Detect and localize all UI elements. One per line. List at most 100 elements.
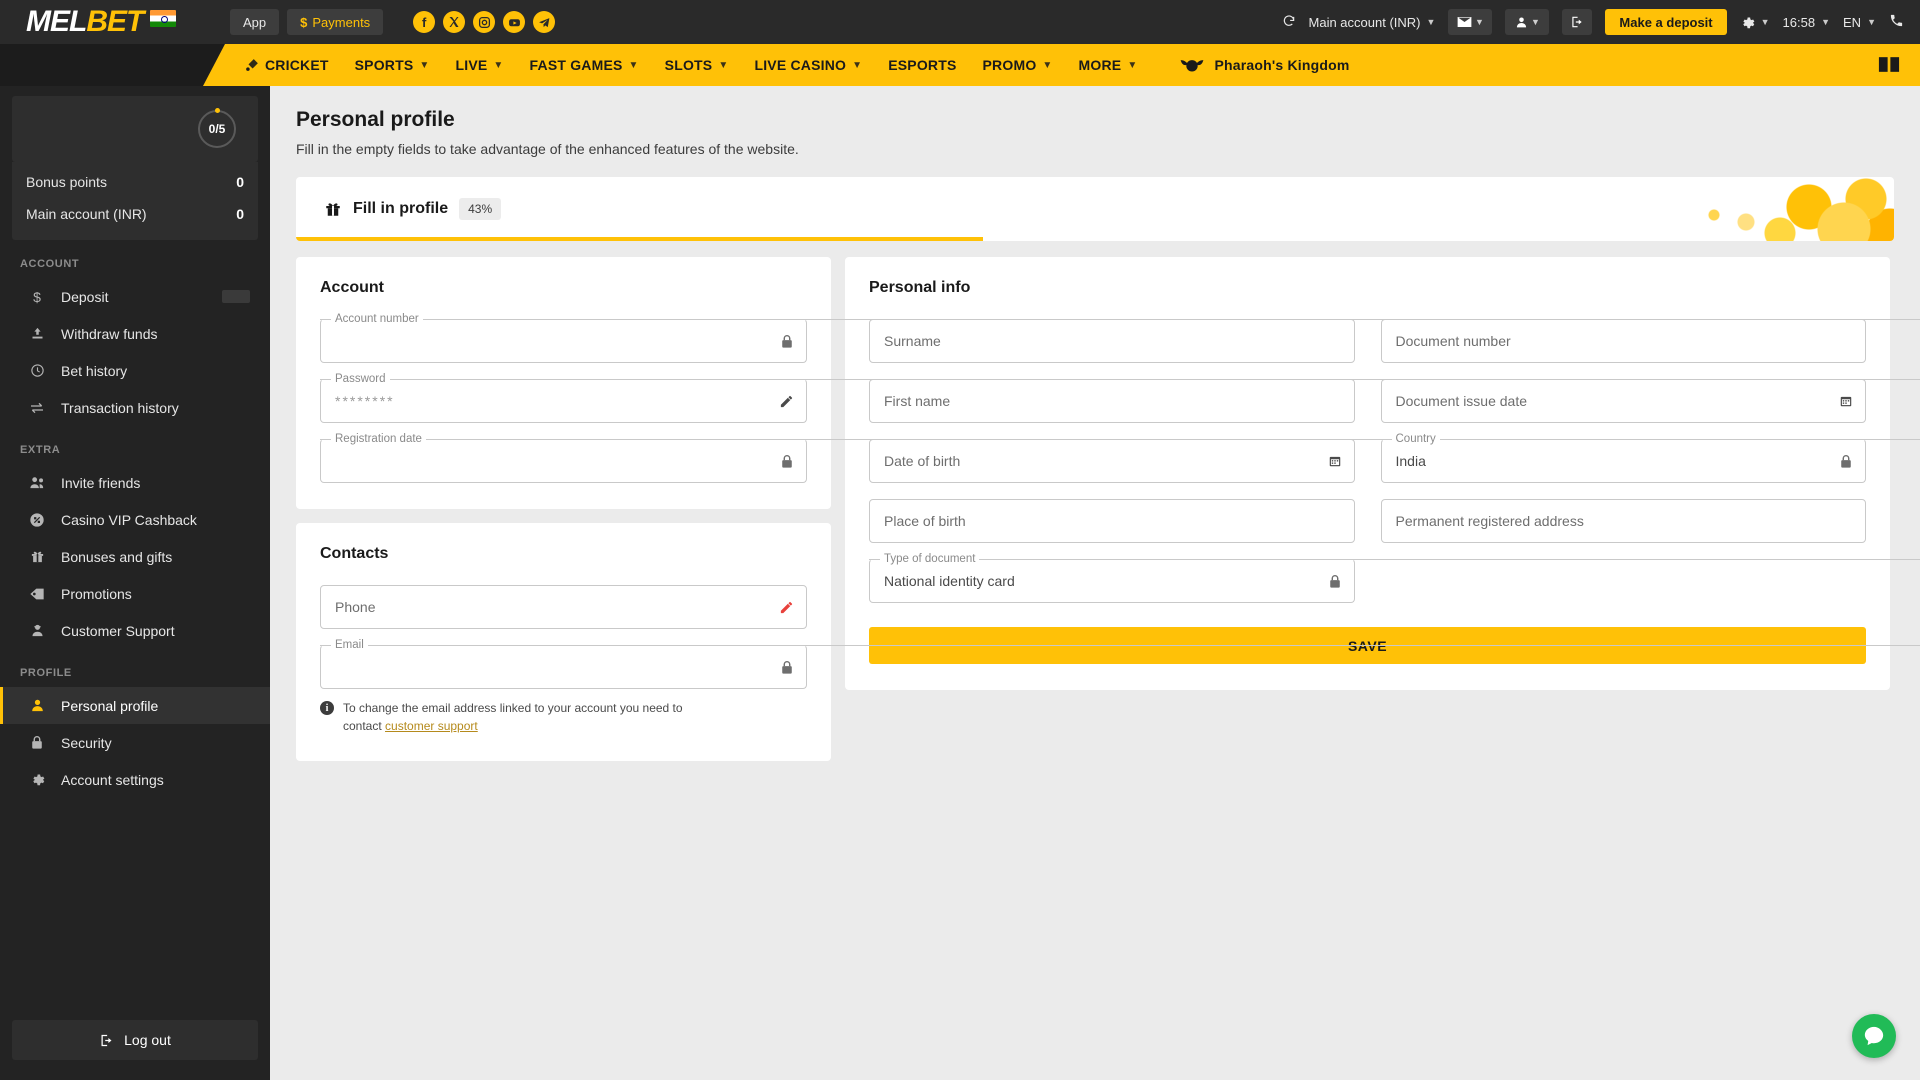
first-name-placeholder: First name [884, 393, 951, 409]
payments-label: Payments [312, 14, 371, 30]
make-deposit-button[interactable]: Make a deposit [1605, 9, 1727, 35]
app-button[interactable]: App [230, 9, 280, 35]
sidebar-item-label: Bonuses and gifts [61, 548, 173, 565]
sidebar-item-transaction-history[interactable]: Transaction history [0, 389, 270, 426]
calendar-icon[interactable] [1839, 379, 1853, 423]
chevron-down-icon: ▼ [1760, 17, 1770, 27]
cricket-icon [246, 59, 258, 71]
language-label: EN [1843, 14, 1862, 30]
nav-item-pharaohs-kingdom[interactable]: Pharaoh's Kingdom [1179, 56, 1349, 74]
youtube-icon[interactable] [503, 11, 526, 33]
balance-row: Main account (INR) 0 [12, 198, 258, 230]
place-of-birth-field[interactable]: Place of birth [869, 499, 1355, 543]
social-links: f [413, 11, 556, 33]
settings-menu[interactable]: ▼ [1740, 15, 1770, 30]
surname-placeholder: Surname [884, 333, 941, 349]
permanent-registered-address-field[interactable]: Permanent registered address [1380, 499, 1866, 543]
nav-label: LIVE CASINO [754, 57, 847, 73]
email-field[interactable]: Email [320, 639, 1920, 689]
info-icon: i [320, 701, 334, 715]
person-icon [28, 698, 46, 713]
nav-item-slots[interactable]: SLOTS ▼ [665, 57, 729, 73]
account-card: Account Account number Password ******** [296, 257, 1920, 509]
phone-icon[interactable] [1889, 13, 1904, 31]
chevron-down-icon[interactable]: ▼ [1821, 17, 1830, 27]
payments-button[interactable]: $ Payments [287, 9, 384, 35]
sidebar-item-invite-friends[interactable]: Invite friends [0, 464, 270, 501]
password-field[interactable]: Password ******** [320, 373, 1920, 423]
nav-item-live[interactable]: LIVE ▼ [456, 57, 504, 73]
book-icon[interactable] [1878, 55, 1900, 74]
personal-info-title: Personal info [869, 279, 971, 296]
sidebar-item-personal-profile[interactable]: Personal profile [0, 687, 270, 724]
nav-item-sports[interactable]: SPORTS ▼ [355, 57, 430, 73]
registration-date-label: Registration date [331, 433, 426, 445]
phone-field[interactable]: Phone [320, 585, 807, 629]
sidebar-item-bonuses-and-gifts[interactable]: Bonuses and gifts [0, 538, 270, 575]
balance-value: 0 [236, 174, 244, 190]
nav-item-more[interactable]: MORE ▼ [1079, 57, 1138, 73]
pencil-icon[interactable] [779, 585, 794, 629]
nav-label: ESPORTS [888, 57, 957, 73]
sidebar-section-extra-label: EXTRA [20, 444, 61, 456]
account-number-field[interactable]: Account number [320, 313, 1920, 363]
registration-date-field[interactable]: Registration date [320, 433, 1920, 483]
chevron-down-icon: ▼ [852, 59, 863, 71]
surname-field[interactable]: Surname [869, 319, 1355, 363]
document-number-field[interactable]: Document number [1380, 319, 1866, 363]
first-name-field[interactable]: First name [869, 379, 1355, 423]
logout-button[interactable]: Log out [12, 1020, 258, 1060]
coins-decoration [1594, 177, 1894, 241]
contacts-card: Contacts Phone Email i To change the ema… [296, 523, 1920, 761]
chat-widget-button[interactable] [1852, 1014, 1896, 1058]
calendar-icon[interactable] [1328, 439, 1342, 483]
sidebar-item-casino-vip-cashback[interactable]: Casino VIP Cashback [0, 501, 270, 538]
nav-label: FAST GAMES [529, 57, 623, 73]
sidebar-item-security[interactable]: Security [0, 724, 270, 761]
fill-in-profile-banner[interactable]: Fill in profile 43% [296, 177, 1894, 241]
x-twitter-icon[interactable] [443, 11, 466, 33]
chevron-down-icon: ▼ [1530, 17, 1540, 27]
instagram-icon[interactable] [473, 11, 496, 33]
logout-button[interactable] [1562, 9, 1593, 35]
language-selector[interactable]: EN ▼ [1843, 15, 1876, 30]
type-of-document-label: Type of document [880, 553, 980, 565]
phone-placeholder: Phone [335, 599, 376, 615]
sidebar-item-deposit[interactable]: $ Deposit [0, 278, 270, 315]
chat-icon [1864, 1026, 1884, 1046]
nav-label: Pharaoh's Kingdom [1214, 57, 1350, 73]
pencil-icon[interactable] [779, 379, 794, 423]
sidebar-item-bet-history[interactable]: Bet history [0, 352, 270, 389]
lock-icon [28, 735, 46, 750]
telegram-icon[interactable] [533, 11, 556, 33]
nav-item-promo[interactable]: PROMO ▼ [983, 57, 1053, 73]
contacts-card-title: Contacts [320, 545, 389, 562]
customer-support-link[interactable]: customer support [385, 719, 478, 733]
facebook-icon[interactable]: f [413, 11, 436, 33]
mail-button[interactable]: ▼ [1448, 9, 1493, 35]
sidebar-item-customer-support[interactable]: Customer Support [0, 612, 270, 649]
progress-bar [296, 237, 984, 241]
sidebar-item-promotions[interactable]: Promotions [0, 575, 270, 612]
nav-label: SLOTS [664, 57, 713, 73]
sidebar-item-withdraw-funds[interactable]: Withdraw funds [0, 315, 270, 352]
mail-icon [1457, 17, 1472, 27]
chevron-down-icon: ▼ [419, 59, 430, 71]
document-issue-date-field[interactable]: Document issue date [1380, 379, 1866, 423]
date-of-birth-field[interactable]: Date of birth [869, 439, 1355, 483]
nav-item-live-casino[interactable]: LIVE CASINO ▼ [754, 57, 862, 73]
sidebar-item-label: Withdraw funds [61, 325, 158, 342]
account-selector[interactable]: Main account (INR) ▼ [1309, 15, 1436, 30]
lock-icon [780, 319, 794, 363]
sidebar-item-account-settings[interactable]: Account settings [0, 761, 270, 798]
nav-item-cricket[interactable]: CRICKET [245, 57, 329, 73]
refresh-icon[interactable] [1282, 14, 1296, 31]
date-of-birth-placeholder: Date of birth [884, 453, 961, 469]
country-field[interactable]: Country India [1380, 433, 1920, 483]
dollar-icon: $ [33, 288, 41, 305]
type-of-document-field[interactable]: Type of document National identity card [868, 553, 1920, 603]
user-menu-button[interactable]: ▼ [1505, 9, 1550, 35]
logo[interactable]: MELBET [0, 0, 230, 44]
nav-item-fast-games[interactable]: FAST GAMES ▼ [530, 57, 639, 73]
nav-item-esports[interactable]: ESPORTS [888, 57, 956, 73]
